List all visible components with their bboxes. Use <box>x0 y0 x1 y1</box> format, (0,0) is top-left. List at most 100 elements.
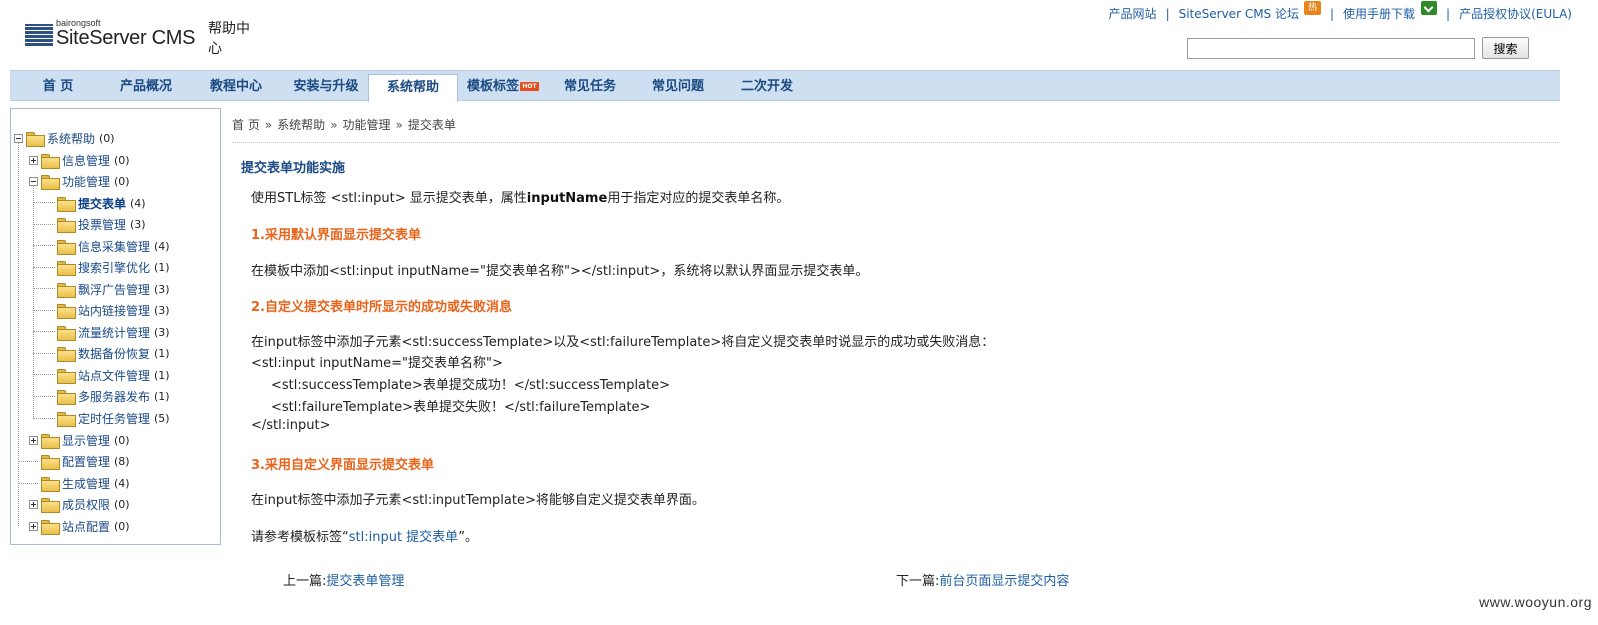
tree-item-site-config[interactable]: 站点配置 (0) <box>29 516 130 536</box>
sidebar-tree: 系统帮助 (0) 信息管理 (0) 功能管理 (0) 提交表单 (4) 投票管理… <box>10 108 221 545</box>
tree-connector <box>33 288 55 289</box>
tree-label: 信息管理 <box>62 153 111 168</box>
tree-item-display-management[interactable]: 显示管理 (0) <box>29 430 130 450</box>
breadcrumb-system-help[interactable]: 系统帮助 <box>277 118 325 132</box>
folder-icon <box>57 411 76 427</box>
tree-count: (1) <box>154 368 170 382</box>
tree-item-generate-management[interactable]: 生成管理 (4) <box>41 473 130 493</box>
breadcrumb-separator: » <box>395 118 403 132</box>
section-text: 在模板中添加<stl:input inputName="提交表单名称"></st… <box>251 264 869 279</box>
tree-item-traffic-stats[interactable]: 流量统计管理 (3) <box>57 322 170 342</box>
expand-icon[interactable] <box>29 521 38 531</box>
search-button[interactable]: 搜索 <box>1482 37 1529 59</box>
tree-label: 投票管理 <box>78 217 127 232</box>
tree-label: 飘浮广告管理 <box>78 282 151 297</box>
tree-item-site-files[interactable]: 站点文件管理 (1) <box>57 365 170 385</box>
page-title: 提交表单功能实施 <box>241 161 346 176</box>
download-icon <box>1421 1 1438 15</box>
manual-download-link[interactable]: 使用手册下载 <box>1343 7 1415 21</box>
nav-system-help[interactable]: 系统帮助 <box>368 74 458 102</box>
tree-connector <box>33 418 55 419</box>
nav-label: 教程中心 <box>209 79 262 94</box>
nav-install-upgrade[interactable]: 安装与升级 <box>282 71 370 100</box>
tree-item-system-help[interactable]: 系统帮助 (0) <box>14 128 115 148</box>
tree-item-float-ads[interactable]: 飘浮广告管理 (3) <box>57 279 170 299</box>
separator: | <box>1446 6 1451 21</box>
tree-item-info-management[interactable]: 信息管理 (0) <box>29 150 130 170</box>
logo-product: SiteServer CMS <box>56 27 196 49</box>
search-input[interactable] <box>1187 38 1475 59</box>
nav-label: 系统帮助 <box>386 80 439 95</box>
next-label: 下一篇: <box>896 574 940 589</box>
separator: | <box>1165 6 1170 21</box>
tree-item-config-management[interactable]: 配置管理 (8) <box>41 451 130 471</box>
nav-home[interactable]: 首 页 <box>22 71 94 100</box>
nav-label: 首 页 <box>42 79 74 94</box>
folder-icon <box>41 519 60 535</box>
tree-item-backup-restore[interactable]: 数据备份恢复 (1) <box>57 343 170 363</box>
tree-count: (0) <box>114 433 130 447</box>
tree-label: 功能管理 <box>62 174 111 189</box>
tree-item-submit-form[interactable]: 提交表单 (4) <box>57 193 146 213</box>
tree-label: 站内链接管理 <box>78 303 151 318</box>
tree-count: (5) <box>154 411 170 425</box>
top-links: 产品网站 | SiteServer CMS 论坛 热 | 使用手册下载 | 产品… <box>1109 1 1572 22</box>
reference-link[interactable]: stl:input 提交表单 <box>349 530 458 545</box>
tree-connector <box>33 331 55 332</box>
intro-paragraph: 使用STL标签 <stl:input> 显示提交表单，属性inputName用于… <box>251 187 789 206</box>
tree-count: (3) <box>154 282 170 296</box>
eula-link[interactable]: 产品授权协议(EULA) <box>1459 5 1572 22</box>
product-site-link[interactable]: 产品网站 <box>1109 5 1157 22</box>
tree-item-member-permissions[interactable]: 成员权限 (0) <box>29 494 130 514</box>
expand-icon[interactable] <box>29 499 38 509</box>
tree-item-scheduled-tasks[interactable]: 定时任务管理 (5) <box>57 408 170 428</box>
folder-icon <box>57 260 76 276</box>
tree-item-internal-links[interactable]: 站内链接管理 (3) <box>57 300 170 320</box>
code-line: <stl:input inputName="提交表单名称"> <box>251 356 503 371</box>
tree-count: (0) <box>114 519 130 533</box>
breadcrumb-home[interactable]: 首 页 <box>232 118 260 132</box>
intro-attribute: inputName <box>526 191 608 206</box>
tree-connector <box>33 224 55 225</box>
hot-badge: HOT <box>520 82 539 91</box>
nav-template-tags[interactable]: 模板标签 HOT <box>462 71 544 100</box>
nav-secondary-dev[interactable]: 二次开发 <box>727 71 807 100</box>
folder-icon <box>41 454 60 470</box>
expand-icon[interactable] <box>29 155 38 165</box>
tree-item-feature-management[interactable]: 功能管理 (0) <box>29 171 130 191</box>
site-logo[interactable]: bairongsoft SiteServer CMS 帮助中心 <box>25 18 255 57</box>
nav-product-overview[interactable]: 产品概况 <box>106 71 186 100</box>
code-line: </stl:input> <box>251 418 331 433</box>
folder-open-icon <box>41 174 60 190</box>
folder-icon <box>57 282 76 298</box>
next-article-link[interactable]: 前台页面显示提交内容 <box>939 574 1069 589</box>
folder-icon <box>57 346 76 362</box>
nav-faq[interactable]: 常见问题 <box>638 71 718 100</box>
tree-label: 成员权限 <box>62 497 111 512</box>
tree-count: (4) <box>154 239 170 253</box>
folder-icon <box>41 433 60 449</box>
tree-item-multi-server[interactable]: 多服务器发布 (1) <box>57 386 170 406</box>
tree-item-info-collection[interactable]: 信息采集管理 (4) <box>57 236 170 256</box>
tree-count: (1) <box>154 389 170 403</box>
tree-label: 定时任务管理 <box>78 411 151 426</box>
nav-common-tasks[interactable]: 常见任务 <box>550 71 630 100</box>
collapse-icon[interactable] <box>14 133 23 143</box>
forum-link[interactable]: SiteServer CMS 论坛 <box>1179 7 1299 21</box>
prev-article-link[interactable]: 提交表单管理 <box>326 574 404 589</box>
tree-label: 生成管理 <box>62 476 111 491</box>
folder-icon <box>57 196 76 212</box>
nav-tutorials[interactable]: 教程中心 <box>196 71 276 100</box>
folder-icon <box>41 476 60 492</box>
breadcrumb-feature-management[interactable]: 功能管理 <box>343 118 391 132</box>
section-heading: 1.采用默认界面显示提交表单 <box>251 228 421 243</box>
section-heading: 2.自定义提交表单时所显示的成功或失败消息 <box>251 300 512 315</box>
prev-label: 上一篇: <box>283 574 327 589</box>
tree-item-seo[interactable]: 搜索引擎优化 (1) <box>57 257 170 277</box>
intro-text: 使用STL标签 <stl:input> 显示提交表单，属性 <box>251 191 527 206</box>
expand-icon[interactable] <box>29 435 38 445</box>
tree-item-vote-management[interactable]: 投票管理 (3) <box>57 214 146 234</box>
collapse-icon[interactable] <box>29 176 38 186</box>
tree-count: (0) <box>114 153 130 167</box>
section-text: 在input标签中添加子元素<stl:inputTemplate>将能够自定义提… <box>251 493 705 508</box>
